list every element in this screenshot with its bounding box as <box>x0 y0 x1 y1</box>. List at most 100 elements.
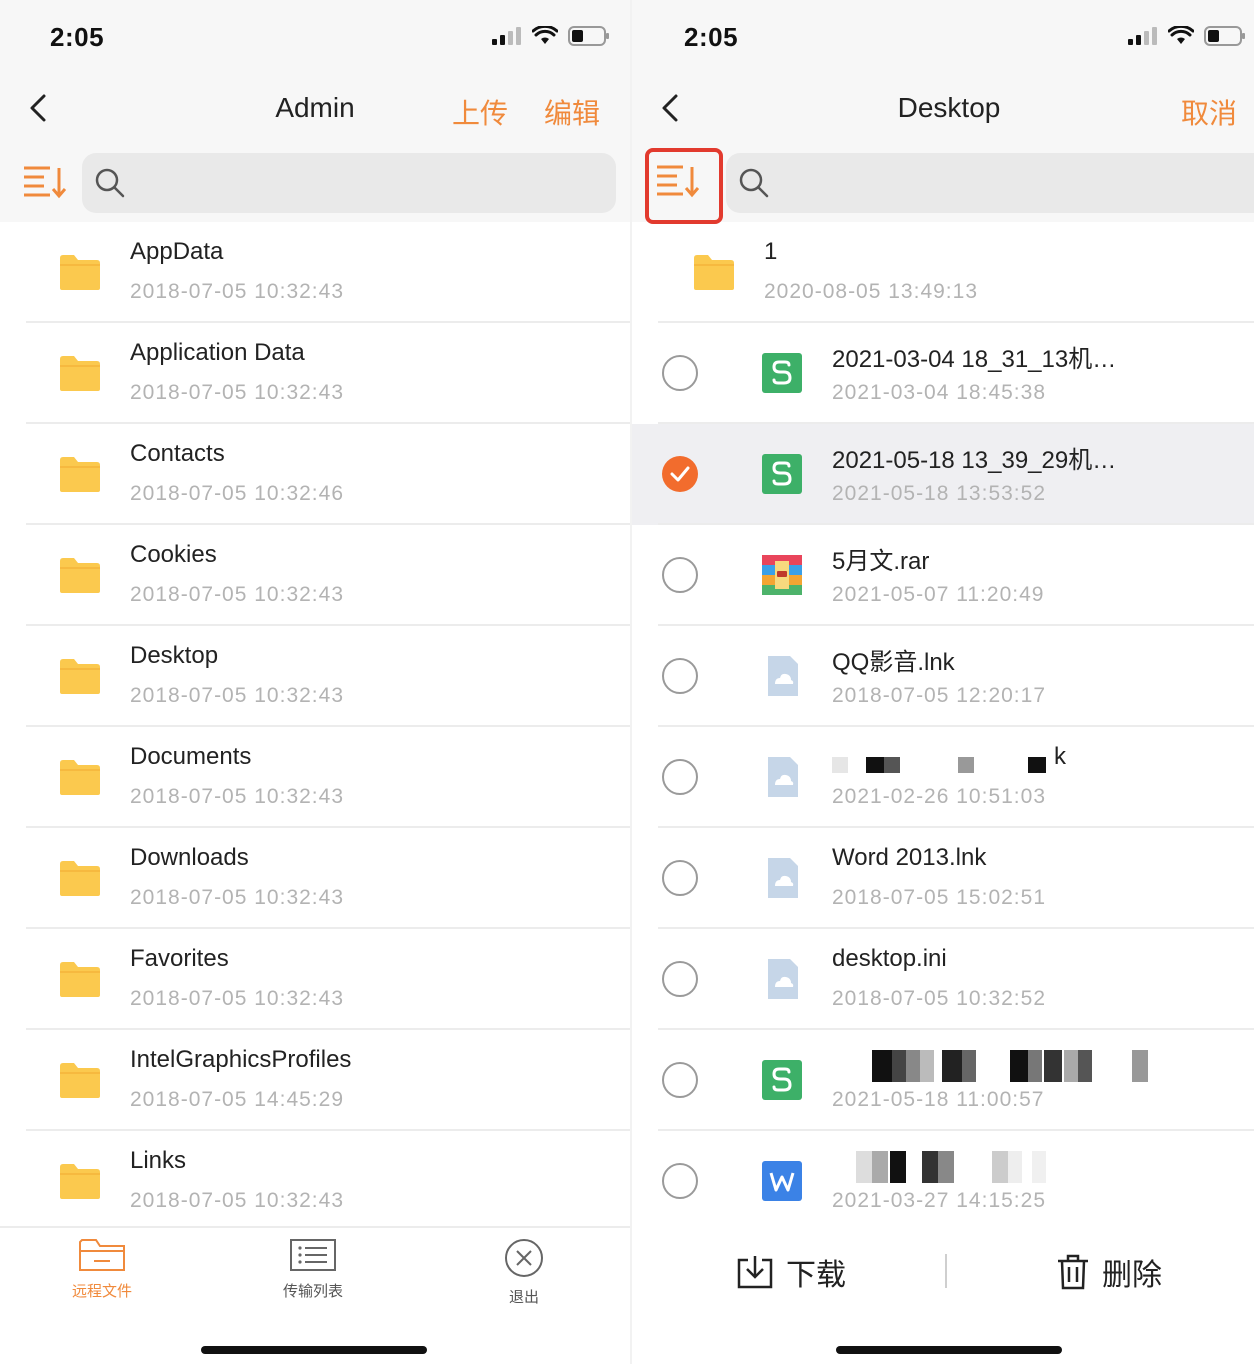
item-date: 2018-07-05 10:32:52 <box>832 987 1046 1010</box>
status-time: 2:05 <box>50 22 105 52</box>
list-item[interactable]: Word 2013.lnk 2018-07-05 15:02:51 <box>632 828 1254 929</box>
upload-button[interactable]: 上传 <box>452 92 508 132</box>
sort-icon[interactable] <box>655 163 699 199</box>
item-date: 2021-03-27 14:15:25 <box>832 1189 1046 1212</box>
select-checkbox[interactable] <box>662 557 698 593</box>
item-name: Application Data <box>130 339 305 366</box>
edit-button[interactable]: 编辑 <box>544 92 600 132</box>
archive-file-icon <box>762 555 802 595</box>
item-name: IntelGraphicsProfiles <box>130 1046 352 1073</box>
list-item[interactable]: Downloads 2018-07-05 10:32:43 <box>0 828 630 929</box>
folder-icon <box>60 558 100 593</box>
sort-icon[interactable] <box>22 164 66 200</box>
item-name: 2021-05-18 13_39_29机… <box>832 447 1117 474</box>
select-checkbox[interactable] <box>662 355 698 391</box>
checkmark-icon <box>670 466 690 482</box>
list-item[interactable]: IntelGraphicsProfiles 2018-07-05 14:45:29 <box>0 1030 630 1131</box>
back-chevron-icon[interactable] <box>24 93 54 123</box>
item-date: 2018-07-05 10:32:43 <box>130 987 344 1010</box>
right-screen: 2:05 Desktop 取消 1 2020-08-05 13:49:13 20… <box>632 0 1254 1364</box>
search-icon <box>739 168 769 198</box>
list-item[interactable]: Documents 2018-07-05 10:32:43 <box>0 727 630 828</box>
search-bar[interactable] <box>82 153 616 213</box>
list-item[interactable]: 5月文.rar 2021-05-07 11:20:49 <box>632 525 1254 626</box>
item-name: desktop.ini <box>832 945 947 972</box>
cancel-button[interactable]: 取消 <box>1181 92 1237 132</box>
item-date: 2018-07-05 10:32:43 <box>130 583 344 606</box>
left-screen: 2:05 Admin 上传 编辑 AppData 2018-07-05 10:3… <box>0 0 630 1364</box>
item-name: 5月文.rar <box>832 548 930 575</box>
trash-icon <box>1058 1254 1088 1290</box>
list-item[interactable]: Cookies 2018-07-05 10:32:43 <box>0 525 630 626</box>
list-item[interactable]: 2021-03-04 18_31_13机… 2021-03-04 18:45:38 <box>632 323 1254 424</box>
item-name: Downloads <box>130 844 249 871</box>
action-bar: 下载 删除 <box>632 1226 1254 1364</box>
list-item[interactable]: k 2021-02-26 10:51:03 <box>632 727 1254 828</box>
spreadsheet-file-icon <box>762 1060 802 1100</box>
redaction-block <box>942 1050 962 1082</box>
search-bar[interactable] <box>726 153 1254 213</box>
item-date: 2018-07-05 10:32:43 <box>130 280 344 303</box>
redaction-block <box>922 1151 938 1183</box>
download-button[interactable]: 下载 <box>736 1250 846 1294</box>
folder-icon <box>60 962 100 997</box>
list-item[interactable]: Desktop 2018-07-05 10:32:43 <box>0 626 630 727</box>
list-item[interactable]: Application Data 2018-07-05 10:32:43 <box>0 323 630 424</box>
list-item[interactable]: QQ影音.lnk 2018-07-05 12:20:17 <box>632 626 1254 727</box>
item-date: 2021-03-04 18:45:38 <box>832 381 1046 404</box>
redaction-block <box>1008 1151 1022 1183</box>
list-item[interactable]: desktop.ini 2018-07-05 10:32:52 <box>632 929 1254 1030</box>
status-time: 2:05 <box>684 22 739 52</box>
select-checkbox[interactable] <box>662 456 698 492</box>
item-date: 2018-07-05 10:32:43 <box>130 785 344 808</box>
tab-exit[interactable]: 退出 <box>464 1238 584 1307</box>
battery-icon <box>1204 26 1245 46</box>
list-item[interactable]: Contacts 2018-07-05 10:32:46 <box>0 424 630 525</box>
list-item[interactable]: 2021-05-18 11:00:57 <box>632 1030 1254 1131</box>
close-circle-icon <box>505 1239 543 1277</box>
page-title: Desktop <box>897 92 1001 123</box>
list-item[interactable]: 1 2020-08-05 13:49:13 <box>632 222 1254 323</box>
item-date: 2018-07-05 10:32:43 <box>130 381 344 404</box>
redaction-block <box>1032 1151 1046 1183</box>
item-name: Cookies <box>130 541 217 568</box>
folder-icon <box>694 255 734 290</box>
select-checkbox[interactable] <box>662 658 698 694</box>
list-icon <box>290 1239 336 1271</box>
list-item[interactable]: 2021-05-18 13_39_29机… 2021-05-18 13:53:52 <box>632 424 1254 525</box>
select-checkbox[interactable] <box>662 1163 698 1199</box>
item-name: 1 <box>764 238 778 265</box>
tab-transfer-list[interactable]: 传输列表 <box>253 1238 373 1301</box>
select-checkbox[interactable] <box>662 860 698 896</box>
select-checkbox[interactable] <box>662 961 698 997</box>
folder-icon <box>60 659 100 694</box>
select-checkbox[interactable] <box>662 759 698 795</box>
item-name: QQ影音.lnk <box>832 649 955 676</box>
list-item[interactable]: Links 2018-07-05 10:32:43 <box>0 1131 630 1232</box>
item-name: Favorites <box>130 945 229 972</box>
page-title: Admin <box>275 92 355 123</box>
folder-icon <box>60 760 100 795</box>
list-item[interactable]: Favorites 2018-07-05 10:32:43 <box>0 929 630 1030</box>
folder-icon <box>60 457 100 492</box>
list-item[interactable]: AppData 2018-07-05 10:32:43 <box>0 222 630 323</box>
select-checkbox[interactable] <box>662 1062 698 1098</box>
delete-button[interactable]: 删除 <box>1056 1250 1162 1294</box>
redaction-block <box>1078 1050 1092 1082</box>
generic-file-icon <box>768 959 798 999</box>
redaction-block <box>1064 1050 1078 1082</box>
back-chevron-icon[interactable] <box>656 93 686 123</box>
search-input[interactable] <box>780 163 1220 203</box>
redaction-block <box>866 757 884 773</box>
battery-icon <box>568 26 609 46</box>
tab-bar: 远程文件 传输列表 退出 <box>0 1226 630 1364</box>
item-name: Word 2013.lnk <box>832 844 987 871</box>
item-name: AppData <box>130 238 224 265</box>
list-item[interactable]: 2021-03-27 14:15:25 <box>632 1131 1254 1232</box>
tab-remote-files[interactable]: 远程文件 <box>42 1238 162 1301</box>
spreadsheet-file-icon <box>762 353 802 393</box>
folder-icon <box>60 861 100 896</box>
search-input[interactable] <box>136 163 576 203</box>
item-date: 2018-07-05 10:32:46 <box>130 482 344 505</box>
folder-outline-icon <box>79 1239 125 1271</box>
